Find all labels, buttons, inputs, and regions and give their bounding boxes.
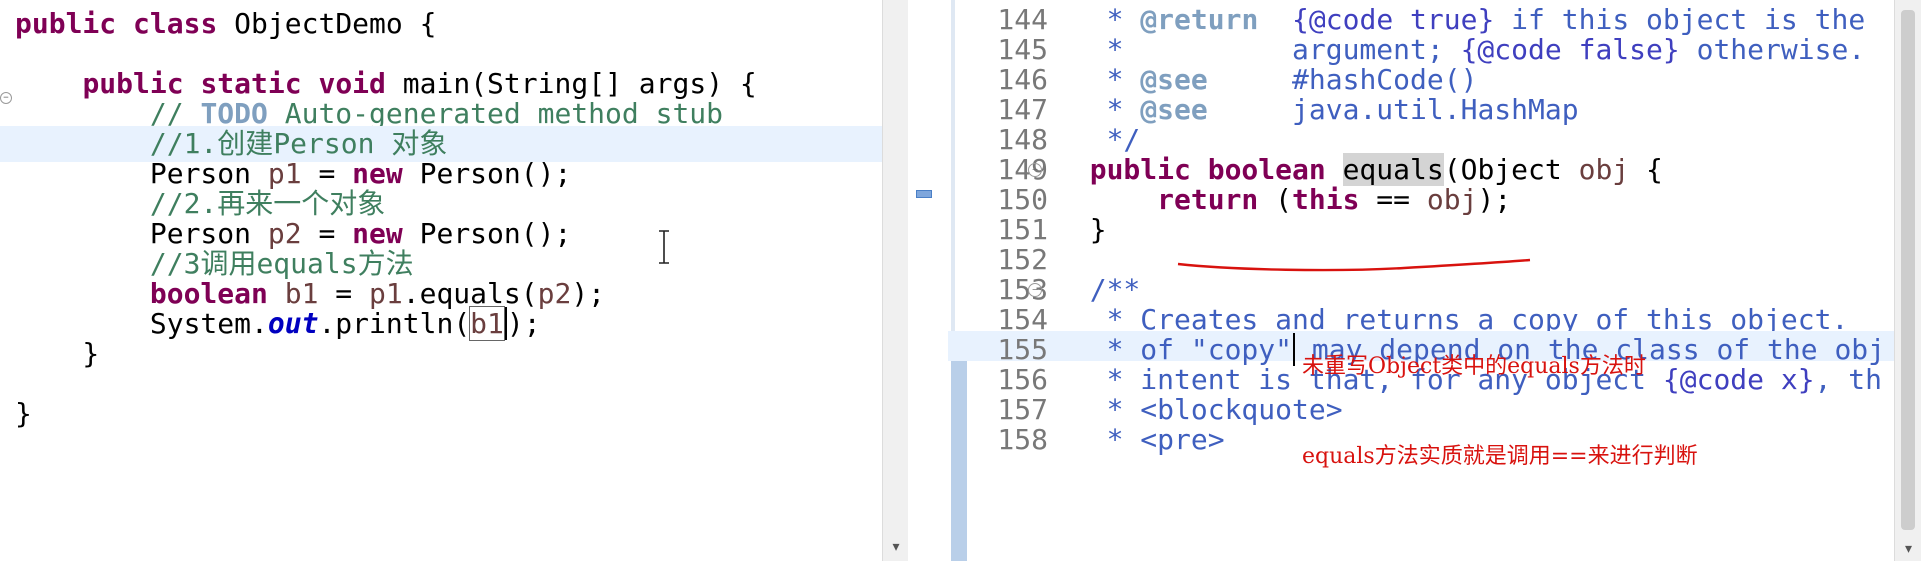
left-code-editor[interactable]: − public class ObjectDemo { public stati… xyxy=(0,0,882,561)
annotation-line-2: equals方法实质就是调用==来进行判断 xyxy=(1302,444,1698,469)
code-content: } xyxy=(15,336,99,372)
code-content: * <pre> xyxy=(1056,421,1225,458)
code-line-148[interactable]: 148 */ xyxy=(948,121,1894,156)
javadoc-text: * <pre> xyxy=(1056,423,1225,456)
code-line-146[interactable]: 146 * @see #hashCode() xyxy=(948,61,1894,96)
overview-ruler[interactable] xyxy=(908,0,948,561)
fold-minus-icon[interactable]: − xyxy=(1028,163,1042,177)
red-underline-annotation xyxy=(1177,258,1531,272)
fold-minus-icon[interactable]: − xyxy=(1028,283,1042,297)
scroll-down-arrow-icon[interactable]: ▾ xyxy=(883,539,909,555)
right-vertical-scrollbar[interactable]: ▾ xyxy=(1894,0,1921,561)
red-annotation-note: 未重写Object类中的equals方法时 equals方法实质就是调用==来进… xyxy=(1302,292,1698,532)
annotation-line-1: 未重写Object类中的equals方法时 xyxy=(1302,354,1646,379)
code-line-144[interactable]: 144 * @return {@code true} if this objec… xyxy=(948,1,1894,36)
code-line-147[interactable]: 147 * @see java.util.HashMap xyxy=(948,91,1894,126)
line-number: 158 xyxy=(997,423,1048,456)
code-line-149[interactable]: 149− public boolean equals(Object obj { xyxy=(948,151,1894,186)
overview-marker[interactable] xyxy=(916,190,932,198)
keyword: public xyxy=(15,7,134,40)
keyword: class xyxy=(133,7,235,40)
scroll-down-arrow-icon[interactable]: ▾ xyxy=(1895,541,1921,557)
code-line-close-main[interactable]: } xyxy=(0,336,882,372)
code-content: } xyxy=(15,396,32,432)
left-vertical-scrollbar[interactable]: ▾ xyxy=(882,0,909,561)
code-line-151[interactable]: 151 } xyxy=(948,211,1894,246)
code-line-close-class[interactable]: } xyxy=(0,396,882,432)
code-line-145[interactable]: 145 * argument; {@code false} otherwise. xyxy=(948,31,1894,66)
eclipse-split-editor: − public class ObjectDemo { public stati… xyxy=(0,0,1921,561)
code-text: } xyxy=(15,397,32,430)
code-text: } xyxy=(15,337,100,370)
code-line-150[interactable]: 150 return (this == obj); xyxy=(948,181,1894,216)
code-line-class-decl[interactable]: public class ObjectDemo { xyxy=(0,6,882,42)
code-text: ObjectDemo { xyxy=(234,7,437,40)
code-content: public class ObjectDemo { xyxy=(15,6,436,42)
scrollbar-thumb[interactable] xyxy=(1901,10,1915,530)
